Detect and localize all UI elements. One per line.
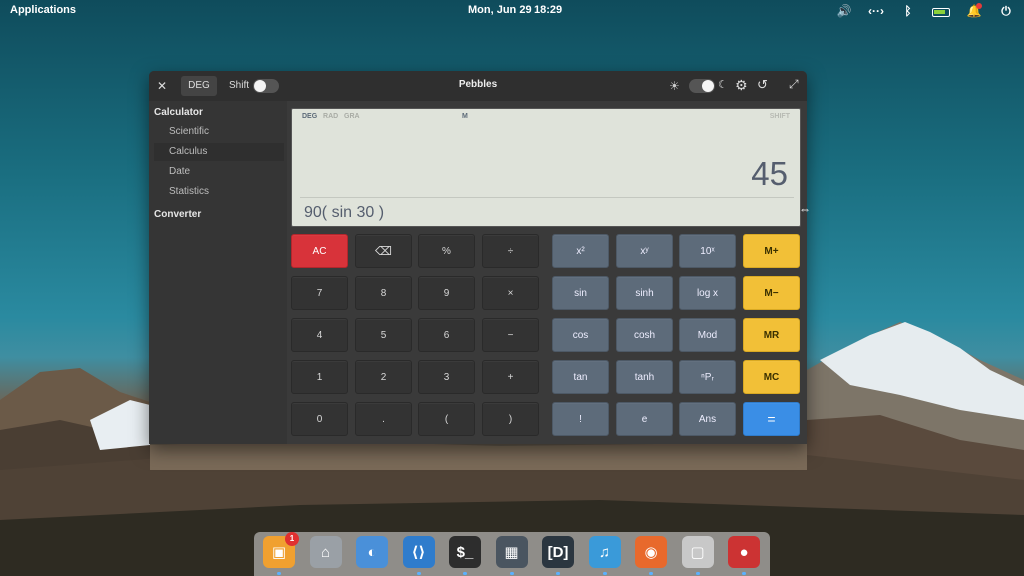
mode-rad: RAD: [323, 113, 339, 120]
running-indicator: [742, 572, 746, 575]
gear-icon[interactable]: ⚙: [735, 77, 748, 94]
key-2-button[interactable]: 2: [355, 360, 412, 394]
key-sym-button[interactable]: ×: [482, 276, 539, 310]
sidebar-item-calculus[interactable]: Calculus: [154, 143, 284, 161]
moon-icon: ☾: [718, 79, 728, 91]
key-3-button[interactable]: 3: [418, 360, 475, 394]
top-panel: Applications Mon, Jun 29 18:29 🔊 ‹··› ᛒ …: [0, 0, 1024, 22]
vscode-icon[interactable]: ⟨⟩: [402, 536, 435, 568]
key-sym-button[interactable]: .: [355, 402, 412, 436]
key-mc-button[interactable]: MC: [743, 360, 800, 394]
key-0-button[interactable]: 0: [291, 402, 348, 436]
display-divider: [300, 197, 794, 198]
resize-cursor-icon: ⇔: [799, 202, 811, 216]
key-6-button[interactable]: 6: [418, 318, 475, 352]
memory-indicator: M: [462, 113, 468, 120]
settings-icon[interactable]: ◐: [356, 536, 388, 568]
key-sym-button[interactable]: %: [418, 234, 475, 268]
power-icon[interactable]: ⏻: [998, 3, 1014, 19]
key-sym-button[interactable]: ÷: [482, 234, 539, 268]
running-indicator: [695, 572, 700, 575]
files-icon[interactable]: ⌂: [309, 536, 342, 568]
key-m-button[interactable]: M−: [743, 276, 800, 310]
key-tanh-button[interactable]: tanh: [616, 360, 673, 394]
running-indicator: [463, 572, 467, 575]
running-indicator: [556, 572, 560, 575]
shift-indicator: SHIFT: [769, 113, 790, 120]
key-x-button[interactable]: xʸ: [616, 234, 673, 268]
sidebar-item-date[interactable]: Date: [154, 163, 284, 181]
key-ans-button[interactable]: Ans: [679, 402, 736, 436]
key-1-button[interactable]: 1: [291, 360, 348, 394]
mode-gra: GRA: [344, 113, 360, 120]
sidebar-heading-converter[interactable]: Converter: [154, 209, 201, 220]
volume-icon[interactable]: 🔊: [836, 3, 852, 19]
backspace-button[interactable]: ⌫: [355, 234, 412, 268]
running-indicator: [416, 572, 421, 575]
battery-icon[interactable]: [932, 8, 950, 17]
angle-mode-indicators: DEG RAD GRA: [302, 113, 360, 120]
key-9-button[interactable]: 9: [418, 276, 475, 310]
key-sym-button[interactable]: =: [743, 402, 800, 436]
panel-time[interactable]: 18:29: [534, 4, 562, 16]
dark-mode-toggle[interactable]: [689, 79, 715, 93]
key-cosh-button[interactable]: cosh: [616, 318, 673, 352]
key-ac-button[interactable]: AC: [291, 234, 348, 268]
code-editor-icon[interactable]: [D]: [542, 536, 574, 568]
panel-date[interactable]: Mon, Jun 29: [468, 4, 532, 16]
firefox-icon[interactable]: ◉: [635, 536, 667, 568]
key-sym-button[interactable]: !: [552, 402, 609, 436]
notifications-icon[interactable]: 🔔: [966, 3, 982, 19]
update-badge: 1: [285, 532, 299, 546]
bluetooth-icon[interactable]: ᛒ: [900, 3, 916, 19]
mode-deg: DEG: [302, 113, 318, 120]
sidebar: Calculator Scientific Calculus Date Stat…: [149, 101, 287, 444]
system-tray: 🔊 ‹··› ᛒ 🔔 ⏻: [836, 3, 1014, 19]
key-cos-button[interactable]: cos: [552, 318, 609, 352]
key-5-button[interactable]: 5: [355, 318, 412, 352]
key-mr-button[interactable]: MR: [743, 318, 800, 352]
calculator-display: DEG RAD GRA M SHIFT 45 90( sin 30 ): [291, 108, 801, 227]
expression-input[interactable]: 90( sin 30 ): [304, 204, 384, 222]
key-mod-button[interactable]: Mod: [679, 318, 736, 352]
key-p-button[interactable]: ⁿPᵣ: [679, 360, 736, 394]
sun-icon: ☀: [669, 79, 680, 93]
titlebar: ✕ DEG Shift Pebbles ☀ ☾ ⚙ ↺ ⤢: [149, 71, 807, 101]
result-value: 45: [751, 155, 788, 192]
pebbles-window: ✕ DEG Shift Pebbles ☀ ☾ ⚙ ↺ ⤢ Calculator…: [149, 71, 807, 444]
sidebar-item-statistics[interactable]: Statistics: [154, 183, 284, 201]
history-icon[interactable]: ↺: [757, 77, 768, 93]
running-indicator: [277, 572, 281, 575]
key-sym-button[interactable]: −: [482, 318, 539, 352]
key-sinh-button[interactable]: sinh: [616, 276, 673, 310]
expand-icon[interactable]: ⤢: [789, 77, 799, 92]
music-icon[interactable]: ♫: [588, 536, 621, 568]
key-8-button[interactable]: 8: [355, 276, 412, 310]
key-m-button[interactable]: M+: [743, 234, 800, 268]
appcenter-icon[interactable]: ▣ 1: [263, 532, 299, 568]
running-indicator: [509, 572, 514, 575]
key-sin-button[interactable]: sin: [552, 276, 609, 310]
sidebar-item-scientific[interactable]: Scientific: [154, 123, 284, 141]
screen-recorder-icon[interactable]: ●: [728, 536, 760, 568]
sandbox-icon[interactable]: ▢: [681, 536, 714, 568]
key-sym-button[interactable]: +: [482, 360, 539, 394]
key-sym-button[interactable]: (: [418, 402, 475, 436]
pebbles-icon[interactable]: ▦: [495, 536, 528, 568]
running-indicator: [602, 572, 607, 575]
key-7-button[interactable]: 7: [291, 276, 348, 310]
terminal-icon[interactable]: $_: [449, 536, 481, 568]
applications-menu[interactable]: Applications: [10, 4, 76, 16]
running-indicator: [649, 572, 653, 575]
key-10-button[interactable]: 10ˣ: [679, 234, 736, 268]
key-4-button[interactable]: 4: [291, 318, 348, 352]
key-tan-button[interactable]: tan: [552, 360, 609, 394]
key-x-button[interactable]: x²: [552, 234, 609, 268]
sidebar-heading-calculator: Calculator: [154, 107, 203, 118]
key-sym-button[interactable]: ): [482, 402, 539, 436]
backspace-icon: ⌫: [375, 244, 392, 258]
network-icon[interactable]: ‹··›: [868, 3, 884, 19]
key-e-button[interactable]: e: [616, 402, 673, 436]
key-log-x-button[interactable]: log x: [679, 276, 736, 310]
